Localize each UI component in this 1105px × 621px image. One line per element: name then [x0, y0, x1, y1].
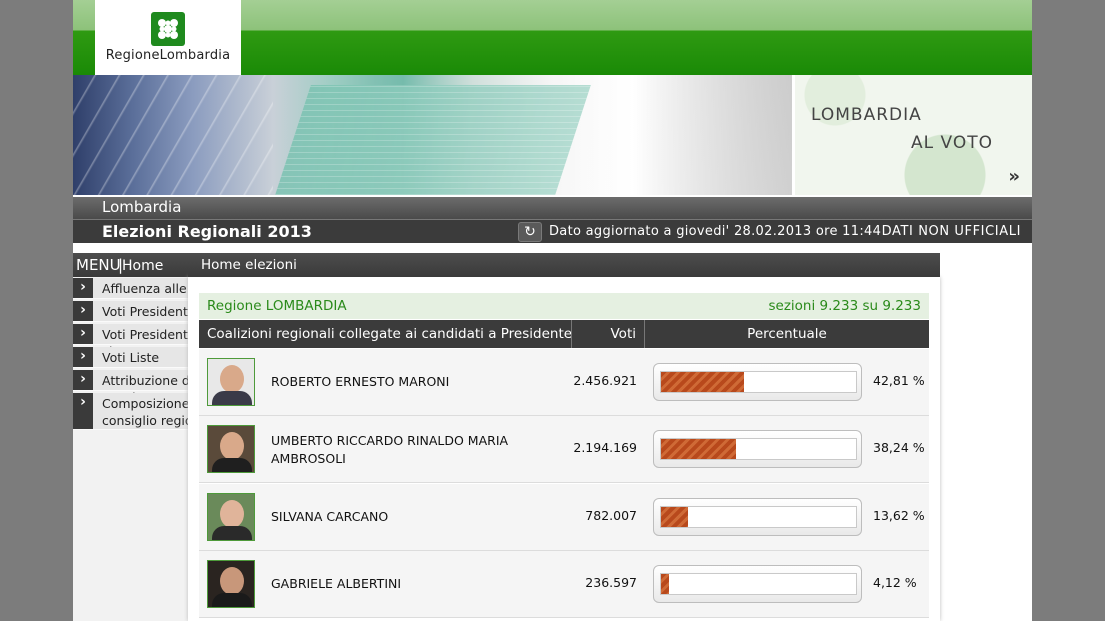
breadcrumb: Home elezioni — [188, 253, 940, 277]
region-name: Regione LOMBARDIA — [207, 298, 347, 314]
sections-count: sezioni 9.233 su 9.233 — [768, 298, 921, 314]
refresh-icon[interactable]: ↻ — [518, 222, 542, 242]
results-table-header: Coalizioni regionali collegate ai candid… — [199, 320, 929, 348]
percent-bar-fill — [661, 439, 736, 459]
column-header-percent: Percentuale — [747, 326, 827, 342]
chevron-right-icon: › — [73, 370, 93, 390]
candidate-votes: 2.456.921 — [573, 373, 637, 388]
region-title-bar: Lombardia — [73, 197, 1032, 219]
region-summary-row: Regione LOMBARDIA sezioni 9.233 su 9.233 — [199, 293, 929, 319]
regione-lombardia-logo[interactable]: RegioneLombardia — [95, 0, 241, 75]
candidate-percent: 4,12 % — [873, 575, 917, 590]
chevron-right-icon: › — [73, 324, 93, 344]
election-title-bar: Elezioni Regionali 2013 ↻ Dato aggiornat… — [73, 219, 1032, 243]
percent-bar — [653, 565, 862, 603]
banner-photo — [73, 75, 792, 195]
chevron-right-icon: › — [73, 278, 93, 298]
candidate-percent: 42,81 % — [873, 373, 925, 388]
banner-ballot-card — [275, 85, 591, 195]
percent-bar-fill — [661, 507, 688, 527]
rosa-camuna-icon — [151, 12, 185, 46]
candidate-percent: 13,62 % — [873, 508, 925, 523]
percent-bar-fill — [661, 372, 745, 392]
candidate-votes: 2.194.169 — [573, 440, 637, 455]
candidate-photo — [207, 493, 255, 541]
chevron-right-icon: › — [73, 301, 93, 321]
candidate-percent: 38,24 % — [873, 440, 925, 455]
banner-title-line1: LOMBARDIA — [811, 105, 922, 125]
banner-title-line2: AL VOTO — [911, 133, 993, 153]
candidate-name: SILVANA CARCANO — [271, 509, 389, 524]
region-title: Lombardia — [102, 198, 182, 216]
candidate-name: GABRIELE ALBERTINI — [271, 576, 402, 591]
double-chevron-right-icon[interactable]: » — [1008, 166, 1020, 187]
logo-text: RegioneLombardia — [105, 48, 231, 63]
column-header-votes: Voti — [571, 320, 645, 348]
lombardia-al-voto-box[interactable]: LOMBARDIA AL VOTO » — [792, 75, 1032, 195]
menu-home-link[interactable]: Home — [122, 258, 163, 274]
table-row[interactable]: ROBERTO ERNESTO MARONI 2.456.921 42,81 % — [199, 349, 929, 416]
chevron-right-icon: › — [73, 393, 93, 429]
candidate-photo — [207, 425, 255, 473]
menu-label: MENU — [76, 256, 121, 274]
column-header-coalitions: Coalizioni regionali collegate ai candid… — [207, 326, 573, 342]
banner-building-stripes — [73, 75, 273, 195]
table-row[interactable]: SILVANA CARCANO 782.007 13,62 % — [199, 484, 929, 551]
candidate-votes: 236.597 — [585, 575, 637, 590]
banner: LOMBARDIA AL VOTO » — [73, 75, 1032, 195]
candidate-photo — [207, 560, 255, 608]
update-timestamp: Dato aggiornato a giovedi' 28.02.2013 or… — [549, 224, 882, 239]
unofficial-data-notice: DATI NON UFFICIALI — [881, 224, 1021, 239]
election-title: Elezioni Regionali 2013 — [102, 222, 312, 241]
candidate-name: UMBERTO RICCARDO RINALDO MARIA AMBROSOLI — [271, 433, 509, 466]
table-row[interactable]: UMBERTO RICCARDO RINALDO MARIA AMBROSOLI… — [199, 416, 929, 483]
candidate-name: ROBERTO ERNESTO MARONI — [271, 374, 450, 389]
percent-bar — [653, 430, 862, 468]
table-row[interactable]: GABRIELE ALBERTINI 236.597 4,12 % — [199, 551, 929, 618]
percent-bar-fill — [661, 574, 670, 594]
candidate-photo — [207, 358, 255, 406]
chevron-right-icon: › — [73, 347, 93, 367]
percent-bar — [653, 498, 862, 536]
breadcrumb-home-elezioni[interactable]: Home elezioni — [201, 257, 297, 273]
percent-bar — [653, 363, 862, 401]
candidate-votes: 782.007 — [585, 508, 637, 523]
